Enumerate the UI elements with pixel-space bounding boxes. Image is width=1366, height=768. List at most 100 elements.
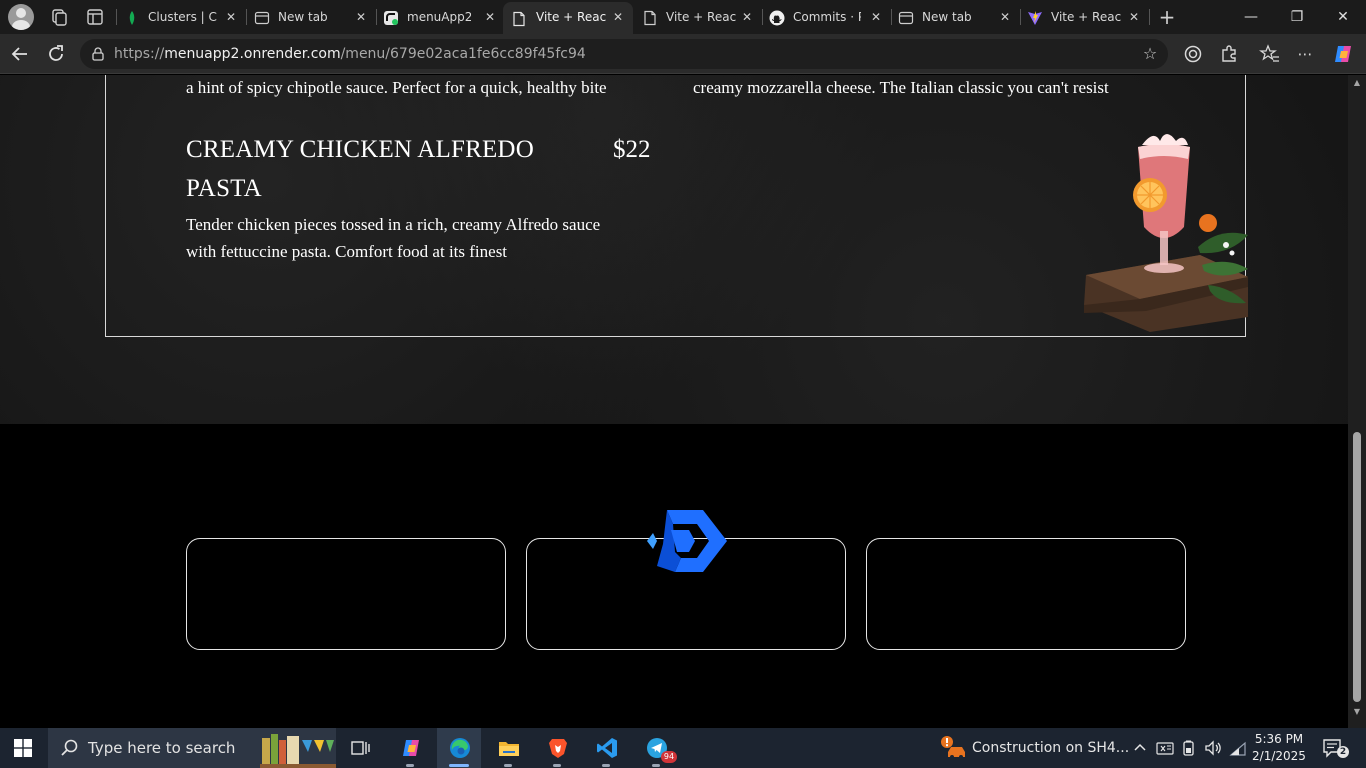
close-tab-icon[interactable]: ✕ — [483, 4, 497, 30]
tab-menuapp2[interactable]: menuApp2 · ✕ — [383, 4, 499, 30]
taskbar-clock[interactable]: 5:36 PM 2/1/2025 — [1248, 731, 1310, 765]
menu-section: a hint of spicy chipotle sauce. Perfect … — [0, 75, 1348, 424]
brand-logo-icon — [645, 504, 729, 578]
file-explorer-icon — [498, 737, 520, 759]
telegram-unread-badge: 94 — [661, 751, 677, 763]
menu-item-desc-line1: Tender chicken pieces tossed in a rich, … — [186, 215, 601, 234]
menu-item-name-line2: PASTA — [186, 175, 262, 202]
input-method-icon[interactable] — [1155, 738, 1175, 758]
github-icon — [769, 9, 785, 26]
close-tab-icon[interactable]: ✕ — [1127, 4, 1141, 30]
extensions-icon[interactable] — [1218, 43, 1240, 65]
taskbar-vscode[interactable] — [584, 728, 628, 768]
windows-start-icon[interactable] — [14, 739, 32, 757]
workspaces-icon[interactable] — [48, 6, 70, 28]
taskbar-file-explorer[interactable] — [486, 728, 530, 768]
restore-icon[interactable]: ❐ — [1282, 4, 1312, 30]
footer-section — [0, 424, 1348, 728]
tab-label: Vite + React — [1051, 10, 1121, 24]
tab-clusters[interactable]: Clusters | Clo ✕ — [124, 4, 244, 30]
vscode-icon — [596, 737, 618, 759]
taskbar-edge[interactable] — [437, 728, 481, 768]
tab-github-commits[interactable]: Commits · Pr ✕ — [769, 4, 889, 30]
taskbar-copilot[interactable] — [388, 728, 432, 768]
mongodb-leaf-icon — [124, 9, 140, 25]
taskbar-brave[interactable] — [535, 728, 579, 768]
tab-label: Vite + React — [666, 10, 736, 24]
menu-item-name-line1: CREAMY CHICKEN ALFREDO — [186, 136, 534, 163]
scroll-down-arrow-icon[interactable]: ▼ — [1352, 707, 1362, 717]
search-placeholder: Type here to search — [88, 739, 236, 757]
tab-label: Vite + React — [536, 10, 606, 24]
tab-strip: Clusters | Clo ✕ New tab ✕ menuApp2 · ✕ … — [0, 0, 1366, 34]
tab-label: Commits · Pr — [793, 10, 861, 24]
page-scrollbar[interactable]: ▲ ▼ — [1348, 75, 1366, 728]
refresh-button[interactable] — [44, 42, 68, 66]
site-info-icon[interactable] — [90, 46, 106, 62]
wifi-icon[interactable] — [1228, 738, 1248, 758]
menu-item-desc-partial-left: a hint of spicy chipotle sauce. Perfect … — [186, 78, 607, 97]
task-view-button[interactable] — [338, 728, 382, 768]
search-icon — [60, 738, 80, 758]
windows-taskbar: Type here to search 94 Construction on S… — [0, 728, 1366, 768]
close-tab-icon[interactable]: ✕ — [224, 4, 238, 30]
browser-toolbar: https://menuapp2.onrender.com/menu/679e0… — [0, 34, 1366, 74]
copilot-app-icon — [400, 737, 422, 759]
close-tab-icon[interactable]: ✕ — [611, 4, 625, 30]
scroll-thumb[interactable] — [1353, 432, 1361, 702]
profile-avatar[interactable] — [8, 4, 34, 30]
page-content: a hint of spicy chipotle sauce. Perfect … — [0, 75, 1348, 728]
url-host: menuapp2.onrender.com — [164, 46, 341, 62]
url-path: /menu/679e02aca1fe6cc89f45fc94 — [340, 46, 586, 62]
address-bar[interactable]: https://menuapp2.onrender.com/menu/679e0… — [80, 39, 1168, 69]
close-tab-icon[interactable]: ✕ — [998, 4, 1012, 30]
clock-date: 2/1/2025 — [1252, 749, 1306, 763]
favorites-icon[interactable] — [1259, 43, 1281, 65]
clock-time: 5:36 PM — [1254, 732, 1304, 746]
news-widget[interactable]: Construction on SH4... — [938, 728, 1129, 768]
tracking-icon[interactable] — [1182, 43, 1204, 65]
scroll-up-arrow-icon[interactable]: ▲ — [1352, 78, 1362, 88]
volume-icon[interactable] — [1203, 738, 1223, 758]
notification-count-badge: 2 — [1337, 746, 1349, 758]
taskbar-telegram[interactable]: 94 — [634, 728, 678, 768]
new-tab-icon — [898, 9, 914, 25]
footer-card-3 — [866, 538, 1186, 650]
more-options-icon[interactable]: ⋯ — [1294, 43, 1316, 65]
tab-vite-react-active[interactable]: Vite + React ✕ — [503, 2, 633, 34]
tab-label: New tab — [922, 10, 972, 24]
new-tab-button[interactable]: + — [1156, 6, 1178, 28]
tab-vite-react-3[interactable]: Vite + React ✕ — [1027, 4, 1147, 30]
close-window-icon[interactable]: ✕ — [1328, 4, 1358, 30]
menu-item-price: $22 — [613, 136, 651, 163]
task-view-icon — [350, 737, 372, 759]
page-icon — [511, 10, 527, 27]
tab-new-tab-2[interactable]: New tab ✕ — [898, 4, 1018, 30]
menu-item-desc-line2: with fettuccine pasta. Comfort food at i… — [186, 242, 508, 261]
notification-center-button[interactable]: 2 — [1322, 737, 1349, 759]
new-tab-icon — [254, 9, 270, 25]
url-prefix: https:// — [114, 46, 165, 62]
battery-icon[interactable] — [1179, 738, 1199, 758]
favorite-star-icon[interactable]: ☆ — [1140, 44, 1160, 64]
menu-box — [105, 75, 1246, 337]
cocktail-drink-image — [1080, 127, 1248, 332]
brave-icon — [547, 737, 569, 759]
show-hidden-icons-icon[interactable] — [1130, 738, 1150, 758]
menu-item-desc-partial-right: creamy mozzarella cheese. The Italian cl… — [693, 78, 1109, 97]
tab-label: New tab — [278, 10, 328, 24]
search-highlight-icon — [260, 734, 336, 768]
copilot-icon[interactable] — [1332, 43, 1354, 65]
taskbar-search-input[interactable]: Type here to search — [48, 728, 336, 768]
tab-vite-react-2[interactable]: Vite + React ✕ — [642, 4, 758, 30]
close-tab-icon[interactable]: ✕ — [869, 4, 883, 30]
minimize-icon[interactable]: — — [1236, 4, 1266, 30]
tab-new-tab-1[interactable]: New tab ✕ — [254, 4, 374, 30]
close-tab-icon[interactable]: ✕ — [740, 4, 754, 30]
vertical-tabs-icon[interactable] — [84, 6, 106, 28]
close-tab-icon[interactable]: ✕ — [354, 4, 368, 30]
vite-icon — [1027, 9, 1043, 25]
news-headline: Construction on SH4... — [972, 740, 1130, 756]
back-button[interactable] — [8, 42, 32, 66]
page-icon — [642, 9, 658, 26]
